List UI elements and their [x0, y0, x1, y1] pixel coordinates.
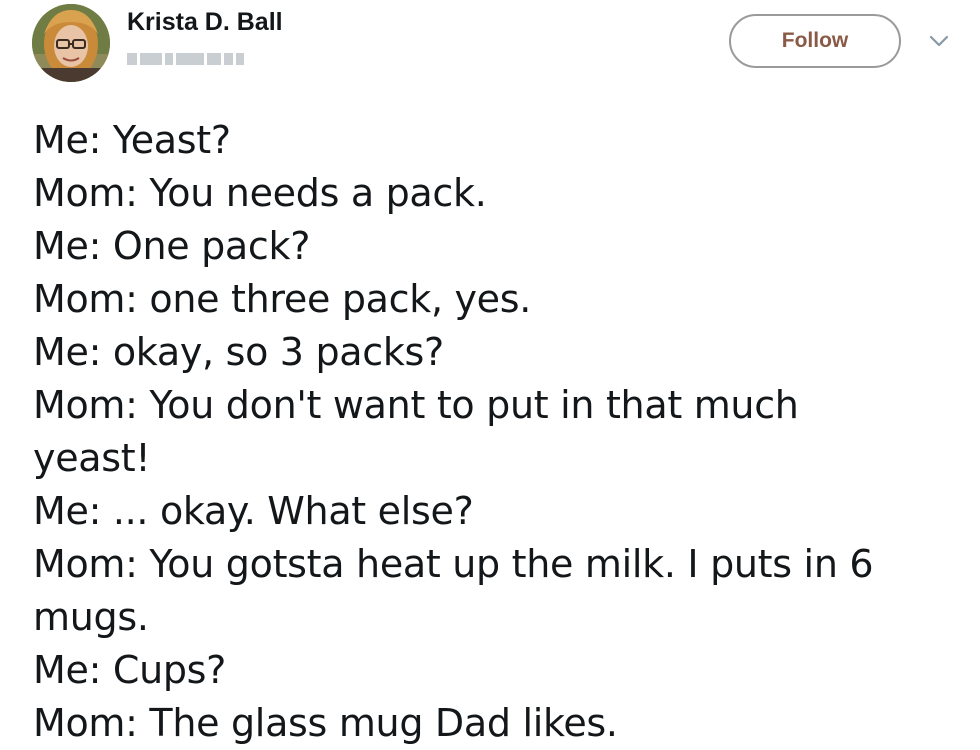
- tweet-line: Me: ... okay. What else?: [33, 489, 474, 533]
- author-display-name[interactable]: Krista D. Ball: [127, 8, 283, 37]
- tweet-line: Me: One pack?: [33, 224, 311, 268]
- tweet-line: Mom: You needs a pack.: [33, 171, 487, 215]
- tweet-line: Me: Yeast?: [33, 118, 231, 162]
- chevron-down-icon[interactable]: [928, 32, 950, 50]
- tweet-line: Mom: You don't want to put in that much: [33, 383, 799, 427]
- avatar[interactable]: [32, 4, 110, 82]
- tweet-header: Krista D. Ball Follow: [0, 0, 980, 100]
- follow-button[interactable]: Follow: [729, 14, 901, 68]
- tweet-line: Mom: You gotsta heat up the milk. I puts…: [33, 542, 874, 586]
- tweet-line: Mom: The glass mug Dad likes.: [33, 701, 618, 745]
- tweet-line: yeast!: [33, 436, 151, 480]
- tweet-line: mugs.: [33, 595, 149, 639]
- tweet-text: Me: Yeast? Mom: You needs a pack. Me: On…: [33, 114, 963, 750]
- redacted-handle: [127, 50, 245, 68]
- tweet-line: Me: okay, so 3 packs?: [33, 330, 444, 374]
- tweet-line: Me: Cups?: [33, 648, 227, 692]
- tweet-line: Mom: one three pack, yes.: [33, 277, 532, 321]
- profile-photo-icon: [32, 4, 110, 82]
